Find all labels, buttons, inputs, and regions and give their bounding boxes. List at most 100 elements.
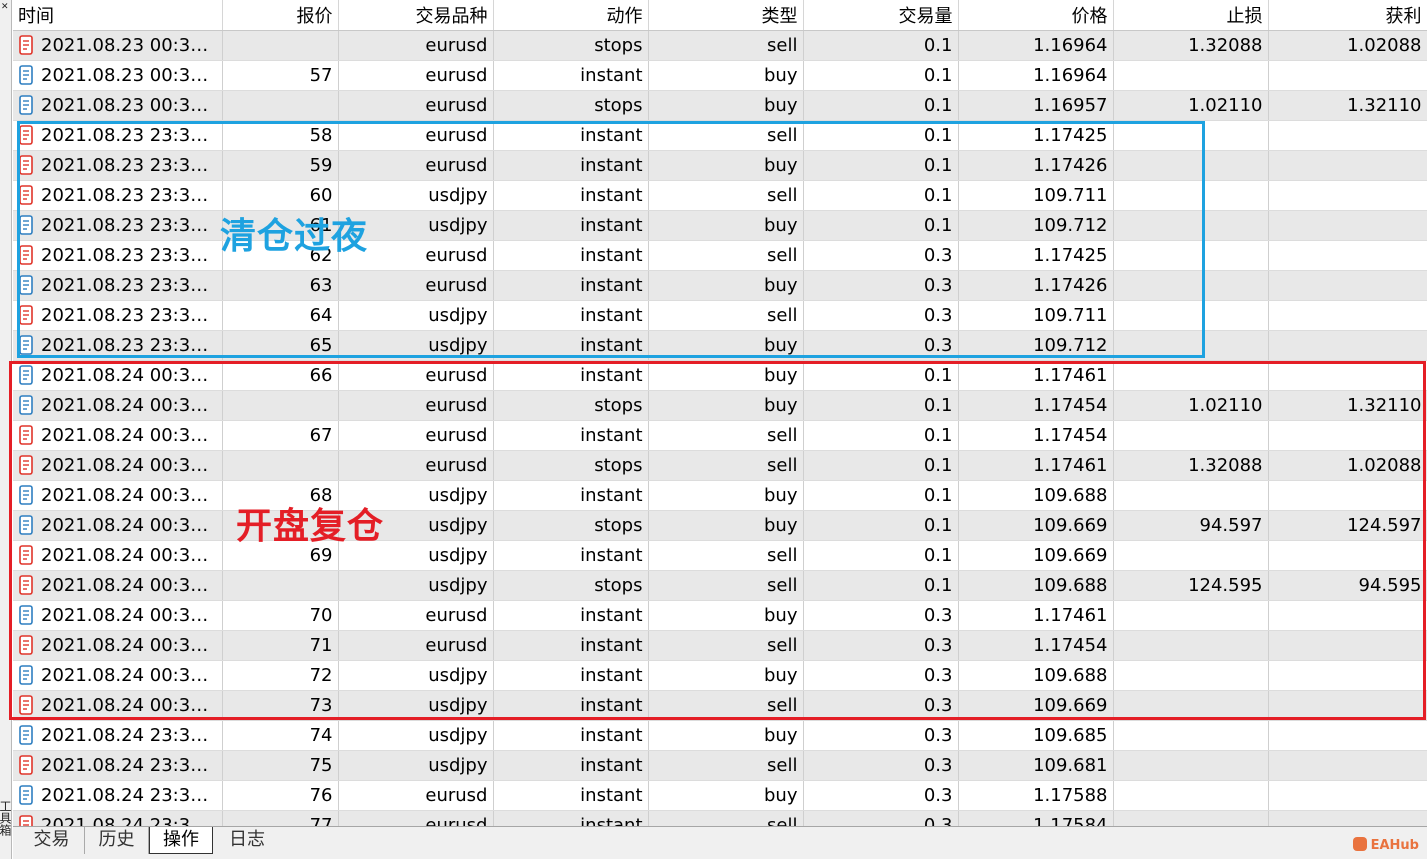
volume-cell: 0.1	[803, 90, 959, 121]
tab-history[interactable]: 历史	[85, 827, 149, 854]
buy-order-icon	[19, 784, 33, 805]
sell-order-icon	[19, 814, 33, 826]
col-header-time[interactable]: 时间	[13, 0, 223, 31]
stop-loss-cell	[1113, 810, 1269, 826]
time-text: 2021.08.23 00:30:...	[41, 94, 209, 116]
type-cell: buy	[648, 60, 804, 91]
header-row: 时间 报价 交易品种 动作 类型 交易量 价格 止损 获利	[13, 0, 1427, 31]
col-header-take-profit[interactable]: 获利	[1268, 0, 1427, 31]
stop-loss-cell	[1113, 60, 1269, 91]
symbol-cell: eurusd	[338, 810, 494, 826]
tab-trade[interactable]: 交易	[19, 827, 85, 854]
action-cell: instant	[493, 60, 649, 91]
take-profit-cell	[1268, 210, 1427, 241]
col-header-volume[interactable]: 交易量	[803, 0, 959, 31]
take-profit-cell	[1268, 810, 1427, 826]
tab-operations[interactable]: 操作	[149, 827, 213, 854]
take-profit-cell	[1268, 150, 1427, 181]
action-cell: stops	[493, 90, 649, 121]
quote-cell: 76	[222, 780, 339, 811]
market-open-reopen-annotation: 开盘复仓	[236, 506, 385, 547]
type-cell: sell	[648, 30, 804, 61]
type-cell: buy	[648, 90, 804, 121]
close-x-icon[interactable]: ✕	[1, 2, 9, 12]
time-cell: 2021.08.23 00:30:...	[13, 30, 223, 61]
take-profit-cell	[1268, 270, 1427, 301]
col-header-action[interactable]: 动作	[493, 0, 649, 31]
brand-watermark: EAHub	[1352, 837, 1419, 853]
time-text: 2021.08.24 23:30:...	[41, 784, 209, 806]
time-text: 2021.08.23 00:30:...	[41, 64, 209, 86]
col-header-price[interactable]: 价格	[958, 0, 1114, 31]
col-header-stop-loss[interactable]: 止损	[1113, 0, 1269, 31]
table-row[interactable]: 2021.08.23 00:30:... eurusd stops buy 0.1 1.1…	[13, 90, 1427, 121]
stop-loss-cell	[1113, 720, 1269, 751]
time-text: 2021.08.24 23:30:...	[41, 814, 209, 827]
table-row[interactable]: 2021.08.24 23:30:... 75 usdjpy instant sell 0…	[13, 750, 1427, 781]
stop-loss-cell	[1113, 780, 1269, 811]
take-profit-cell: 1.02088	[1268, 30, 1427, 61]
table-row[interactable]: 2021.08.24 23:30:... 74 usdjpy instant buy 0.…	[13, 720, 1427, 751]
market-open-reopen-highlight-box	[9, 361, 1426, 720]
quote-cell: 74	[222, 720, 339, 751]
col-header-type[interactable]: 类型	[648, 0, 804, 31]
action-cell: instant	[493, 810, 649, 826]
price-cell: 1.16964	[958, 60, 1114, 91]
take-profit-cell	[1268, 720, 1427, 751]
quote-cell	[222, 30, 339, 61]
bottom-tab-bar: 交易 历史 操作 日志 EAHub	[13, 826, 1427, 859]
time-cell: 2021.08.23 00:30:...	[13, 90, 223, 121]
take-profit-cell: 1.32110	[1268, 90, 1427, 121]
volume-cell: 0.3	[803, 810, 959, 826]
time-cell: 2021.08.24 23:30:...	[13, 780, 223, 811]
symbol-cell: eurusd	[338, 780, 494, 811]
time-cell: 2021.08.24 23:30:...	[13, 720, 223, 751]
price-cell: 109.681	[958, 750, 1114, 781]
table-row[interactable]: 2021.08.24 23:30:... 76 eurusd instant buy 0.…	[13, 780, 1427, 811]
time-cell: 2021.08.23 00:30:...	[13, 60, 223, 91]
price-cell: 1.16964	[958, 30, 1114, 61]
take-profit-cell	[1268, 780, 1427, 811]
take-profit-cell	[1268, 240, 1427, 271]
action-cell: instant	[493, 720, 649, 751]
take-profit-cell	[1268, 120, 1427, 151]
symbol-cell: usdjpy	[338, 720, 494, 751]
tab-journal[interactable]: 日志	[215, 827, 279, 854]
price-cell: 109.685	[958, 720, 1114, 751]
take-profit-cell	[1268, 180, 1427, 211]
quote-cell	[222, 90, 339, 121]
volume-cell: 0.3	[803, 750, 959, 781]
overnight-close-annotation: 清仓过夜	[220, 216, 369, 257]
col-header-quote[interactable]: 报价	[222, 0, 339, 31]
table-row[interactable]: 2021.08.23 00:30:... eurusd stops sell 0.1 1.…	[13, 30, 1427, 61]
time-text: 2021.08.23 00:30:...	[41, 34, 209, 56]
quote-cell: 77	[222, 810, 339, 826]
time-cell: 2021.08.24 23:30:...	[13, 750, 223, 781]
take-profit-cell	[1268, 300, 1427, 331]
col-header-symbol[interactable]: 交易品种	[338, 0, 494, 31]
type-cell: sell	[648, 750, 804, 781]
time-cell: 2021.08.24 23:30:...	[13, 810, 223, 827]
action-cell: instant	[493, 780, 649, 811]
stop-loss-cell	[1113, 750, 1269, 781]
table-row[interactable]: 2021.08.24 23:30:... 77 eurusd instant sell 0…	[13, 810, 1427, 826]
take-profit-cell	[1268, 750, 1427, 781]
brand-logo-icon	[1352, 837, 1367, 851]
symbol-cell: eurusd	[338, 60, 494, 91]
take-profit-cell	[1268, 60, 1427, 91]
type-cell: buy	[648, 720, 804, 751]
type-cell: sell	[648, 810, 804, 826]
quote-cell: 57	[222, 60, 339, 91]
volume-cell: 0.1	[803, 60, 959, 91]
price-cell: 1.17588	[958, 780, 1114, 811]
table-row[interactable]: 2021.08.23 00:30:... 57 eurusd instant buy 0.…	[13, 60, 1427, 91]
overnight-close-highlight-box	[17, 121, 1205, 358]
volume-cell: 0.3	[803, 780, 959, 811]
buy-order-icon	[19, 724, 33, 745]
symbol-cell: usdjpy	[338, 750, 494, 781]
time-text: 2021.08.24 23:30:...	[41, 724, 209, 746]
take-profit-cell	[1268, 330, 1427, 361]
stop-loss-cell: 1.02110	[1113, 90, 1269, 121]
sell-order-icon	[19, 34, 33, 55]
quote-cell: 75	[222, 750, 339, 781]
